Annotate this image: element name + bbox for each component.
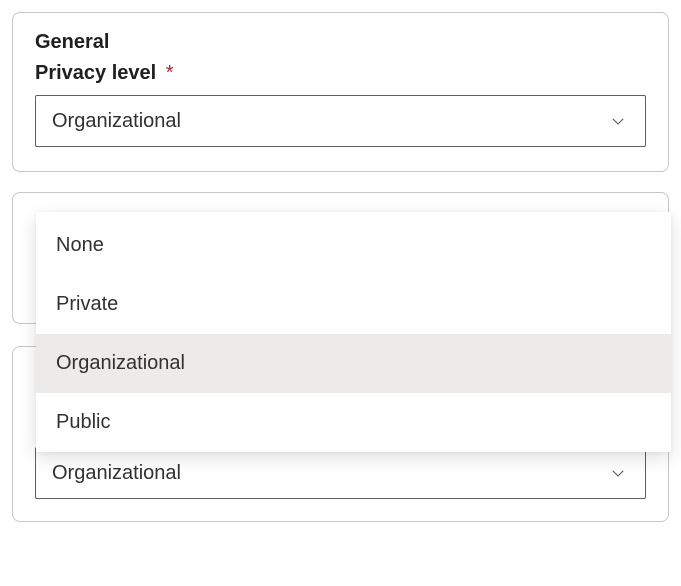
privacy-level-select-lower[interactable]: Organizational: [35, 447, 646, 499]
section-title-general: General: [35, 31, 646, 54]
general-settings-card: General Privacy level * Organizational: [12, 12, 669, 172]
required-indicator: *: [166, 62, 174, 84]
settings-stack: Organizational None Private Organization…: [12, 192, 669, 522]
privacy-level-select-lower-value: Organizational: [52, 462, 181, 485]
chevron-down-icon: [607, 110, 629, 132]
dropdown-option-public[interactable]: Public: [36, 393, 671, 452]
privacy-level-label: Privacy level *: [35, 62, 646, 85]
privacy-level-select[interactable]: Organizational: [35, 95, 646, 147]
privacy-level-dropdown-list[interactable]: None Private Organizational Public: [36, 212, 671, 452]
dropdown-option-private[interactable]: Private: [36, 275, 671, 334]
privacy-level-label-text: Privacy level: [35, 62, 156, 84]
chevron-down-icon: [607, 462, 629, 484]
dropdown-option-organizational[interactable]: Organizational: [36, 334, 671, 393]
privacy-level-select-value: Organizational: [52, 110, 181, 133]
dropdown-option-none[interactable]: None: [36, 216, 671, 275]
